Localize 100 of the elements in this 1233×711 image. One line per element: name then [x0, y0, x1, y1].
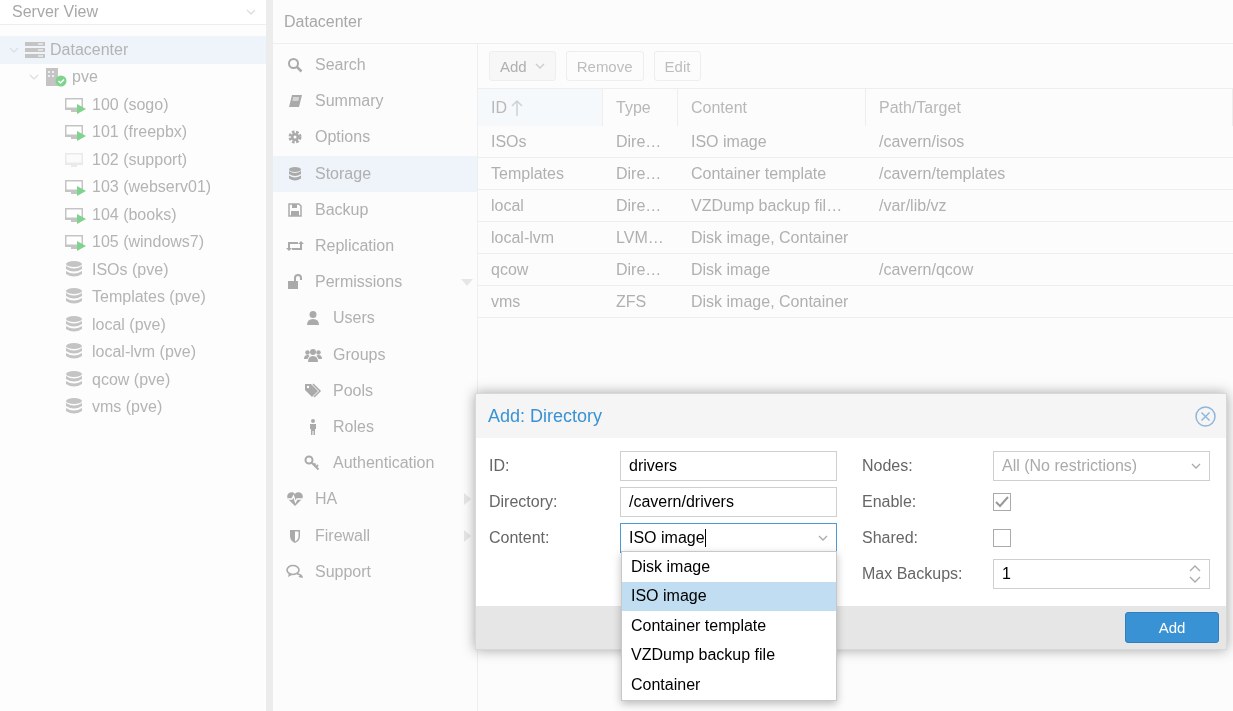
table-cell: local	[491, 196, 524, 215]
nav-item[interactable]: Support	[273, 553, 477, 590]
table-cell: local-lvm	[491, 228, 555, 247]
tree-item[interactable]: 104 (books)	[0, 201, 266, 229]
tree-item[interactable]: 105 (windows7)	[0, 228, 266, 256]
dropdown-option[interactable]: Container template	[622, 611, 836, 641]
table-cell: /cavern/templates	[879, 164, 1006, 183]
shield-icon	[287, 527, 303, 544]
field-label: Enable:	[862, 493, 918, 511]
nav-item[interactable]: Authentication	[273, 445, 477, 482]
checkbox[interactable]	[993, 529, 1011, 547]
nav-item[interactable]: Firewall	[273, 517, 477, 554]
table-cell: Dire…	[616, 196, 662, 215]
chevron-down-icon	[246, 9, 256, 15]
table-cell: Container template	[691, 164, 827, 183]
text-field[interactable]: /cavern/drivers	[620, 487, 837, 517]
field-label: Nodes:	[862, 457, 914, 475]
table-cell: Templates	[491, 164, 564, 183]
table-cell: vms	[491, 292, 521, 311]
user-icon	[305, 310, 321, 327]
tree-item[interactable]: Datacenter	[0, 36, 266, 64]
combo-field[interactable]: All (No restrictions)	[993, 451, 1210, 481]
nav-item[interactable]: Pools	[273, 372, 477, 409]
chevron-down-icon	[818, 535, 828, 541]
close-icon[interactable]	[1195, 405, 1216, 427]
tree-item[interactable]: ISOs (pve)	[0, 256, 266, 284]
tree-item[interactable]: 101 (freepbx)	[0, 118, 266, 146]
heartbeat-icon	[286, 491, 304, 508]
search-icon	[287, 57, 303, 74]
column-header[interactable]: Type	[603, 89, 678, 126]
field-label: Max Backups:	[862, 565, 964, 583]
field-label: Directory:	[489, 493, 559, 511]
table-cell: /cavern/isos	[879, 132, 965, 151]
table-cell: Dire…	[616, 164, 662, 183]
dropdown-option[interactable]: VZDump backup file	[622, 640, 836, 670]
nav-item[interactable]: Backup	[273, 191, 477, 228]
number-field[interactable]: 1	[993, 559, 1210, 589]
nav-item[interactable]: Replication	[273, 227, 477, 265]
caret-right-icon[interactable]	[463, 529, 471, 542]
dropdown-option[interactable]: ISO image	[622, 581, 836, 611]
table-cell: Disk image, Container	[691, 292, 849, 311]
panel-title: Datacenter	[284, 12, 363, 31]
spinner-arrows-icon[interactable]	[1189, 564, 1201, 584]
table-cell: LVM…	[616, 228, 664, 247]
nav-item[interactable]: Options	[273, 119, 477, 156]
dialog-title: Add: Directory	[488, 405, 603, 427]
nav-item[interactable]: Groups	[273, 336, 477, 373]
field-label: Shared:	[862, 529, 920, 547]
checkbox[interactable]	[993, 493, 1011, 511]
tree-item[interactable]: 103 (webserv01)	[0, 173, 266, 201]
add-button[interactable]: Add	[1125, 612, 1219, 643]
toolbar-button[interactable]: Add	[489, 51, 556, 81]
tree-item[interactable]: 102 (support)	[0, 146, 266, 174]
tree-item[interactable]: 100 (sogo)	[0, 91, 266, 119]
nav-item[interactable]: Search	[273, 47, 477, 84]
tree-item[interactable]: local (pve)	[0, 311, 266, 339]
nav-item[interactable]: Permissions	[273, 264, 477, 301]
book-icon	[287, 93, 303, 110]
field-label: Content:	[489, 529, 551, 547]
tree-item[interactable]: qcow (pve)	[0, 366, 266, 394]
table-cell: Disk image, Container	[691, 228, 849, 247]
table-cell: /var/lib/vz	[879, 196, 947, 215]
table-cell: Dire…	[616, 132, 662, 151]
table-cell: qcow	[491, 260, 529, 279]
column-header[interactable]: Content	[678, 89, 866, 126]
nav-item[interactable]: Summary	[273, 83, 477, 120]
nav-item[interactable]: HA	[273, 481, 477, 518]
column-header[interactable]: ID	[478, 89, 603, 126]
caret-right-icon[interactable]	[463, 493, 471, 506]
field-label: ID:	[489, 457, 511, 475]
chevron-down-icon	[1191, 463, 1201, 469]
caret-down-icon[interactable]	[29, 74, 39, 81]
tree-item[interactable]: local-lvm (pve)	[0, 338, 266, 366]
column-header[interactable]: Path/Target	[866, 89, 1233, 126]
server-rack-icon	[24, 40, 46, 59]
dropdown-option[interactable]: Container	[622, 670, 836, 700]
database-icon	[287, 165, 303, 182]
tree-item[interactable]: vms (pve)	[0, 393, 266, 421]
server-check-icon	[44, 67, 68, 88]
male-figure-icon	[308, 418, 318, 435]
nav-item[interactable]: Roles	[273, 408, 477, 446]
table-cell: Disk image	[691, 260, 771, 279]
table-cell: ISO image	[691, 132, 767, 151]
nav-item[interactable]: Users	[273, 300, 477, 337]
caret-down-icon[interactable]	[9, 46, 19, 53]
chat-bubbles-icon	[286, 563, 304, 580]
table-cell: VZDump backup fil…	[691, 196, 843, 215]
dropdown-option[interactable]: Disk image	[622, 552, 836, 582]
table-cell: ZFS	[616, 292, 647, 311]
table-cell: ISOs	[491, 132, 527, 151]
sort-ascending-icon	[511, 98, 523, 117]
gear-icon	[287, 129, 303, 146]
checkmark-icon	[995, 496, 1009, 508]
tree-item[interactable]: Templates (pve)	[0, 283, 266, 311]
tags-icon	[304, 382, 322, 399]
nav-item[interactable]: Storage	[273, 155, 477, 192]
combo-field[interactable]: ISO image	[620, 523, 837, 553]
text-field[interactable]: drivers	[620, 451, 837, 481]
caret-down-icon	[534, 63, 545, 69]
tree-item[interactable]: pve	[0, 63, 266, 91]
